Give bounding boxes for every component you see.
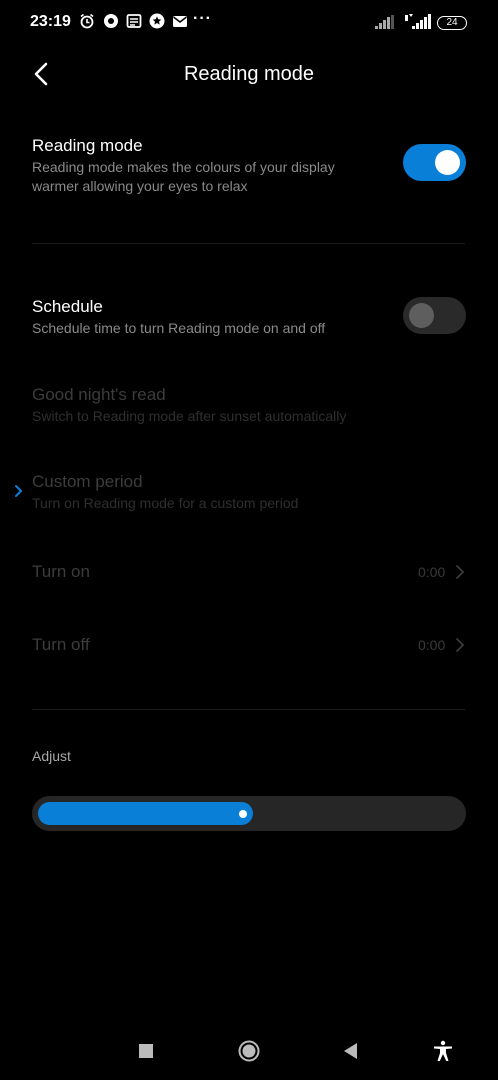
chevron-right-icon xyxy=(456,638,465,652)
accessibility-icon[interactable] xyxy=(431,1040,455,1062)
slider-fill xyxy=(38,802,253,825)
media-icon xyxy=(104,14,118,28)
schedule-toggle[interactable] xyxy=(403,297,466,334)
turn-off-row[interactable]: Turn off 0:00 xyxy=(0,625,498,665)
chevron-right-icon xyxy=(456,565,465,579)
good-nights-read-description: Switch to Reading mode after sunset auto… xyxy=(32,408,347,424)
star-app-icon xyxy=(149,13,165,29)
turn-on-value: 0:00 xyxy=(418,564,446,580)
status-time: 23:19 xyxy=(30,13,71,30)
reading-mode-row[interactable]: Reading mode Reading mode makes the colo… xyxy=(0,128,498,208)
good-nights-read-title: Good night's read xyxy=(32,385,166,404)
news-icon xyxy=(126,14,142,28)
custom-period-option[interactable]: Custom period Turn on Reading mode for a… xyxy=(0,465,498,521)
turn-on-row[interactable]: Turn on 0:00 xyxy=(0,552,498,592)
divider xyxy=(32,243,465,244)
toggle-knob xyxy=(409,303,434,328)
schedule-description: Schedule time to turn Reading mode on an… xyxy=(32,320,326,336)
custom-period-title: Custom period xyxy=(32,472,143,491)
toggle-knob xyxy=(435,150,460,175)
signal-bars-icon xyxy=(375,15,394,29)
page-title: Reading mode xyxy=(183,63,315,85)
turn-on-label: Turn on xyxy=(32,562,90,581)
reading-mode-description: Reading mode makes the colours of your d… xyxy=(32,159,335,194)
home-circle-icon[interactable] xyxy=(237,1040,261,1062)
status-bar: 23:19 ··· 24 xyxy=(0,0,498,44)
recents-square-icon[interactable] xyxy=(134,1040,158,1062)
adjust-label: Adjust xyxy=(32,748,71,764)
adjust-slider[interactable] xyxy=(32,796,466,831)
volte-signal-icon xyxy=(405,14,431,29)
reading-mode-title: Reading mode xyxy=(32,136,143,155)
turn-off-label: Turn off xyxy=(32,635,90,654)
divider xyxy=(32,709,465,710)
more-notifications-icon: ··· xyxy=(193,10,212,27)
schedule-row[interactable]: Schedule Schedule time to turn Reading m… xyxy=(0,290,498,346)
slider-thumb[interactable] xyxy=(239,810,247,818)
turn-off-value: 0:00 xyxy=(418,637,446,653)
back-triangle-icon[interactable] xyxy=(339,1040,363,1062)
schedule-title: Schedule xyxy=(32,297,103,316)
battery-indicator: 24 xyxy=(437,16,467,30)
alarm-icon xyxy=(80,13,94,29)
good-nights-read-option[interactable]: Good night's read Switch to Reading mode… xyxy=(0,378,498,434)
mail-icon xyxy=(173,16,187,27)
custom-period-description: Turn on Reading mode for a custom period xyxy=(32,495,299,511)
selected-chevron-icon xyxy=(15,485,22,497)
reading-mode-toggle[interactable] xyxy=(403,144,466,181)
